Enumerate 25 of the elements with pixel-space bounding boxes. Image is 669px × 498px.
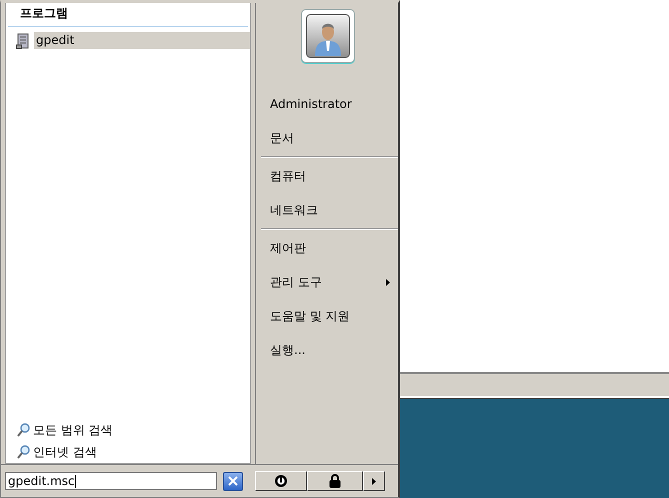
caret-icon — [372, 478, 376, 485]
shutdown-button[interactable] — [255, 471, 307, 492]
user-avatar-icon[interactable] — [301, 9, 355, 63]
search-link[interactable]: 모든 범위 검색 — [33, 422, 113, 439]
program-item[interactable]: gpedit — [34, 32, 250, 49]
search-link[interactable]: 인터넷 검색 — [33, 444, 97, 461]
menu-item[interactable]: 관리 도구 — [258, 265, 398, 299]
menu-item[interactable]: 제어판 — [258, 231, 398, 265]
menu-item[interactable]: 실행... — [258, 333, 398, 367]
power-icon — [274, 474, 288, 488]
menu-item[interactable]: 도움말 및 지원 — [258, 299, 398, 333]
menu-item[interactable]: 문서 — [258, 121, 398, 155]
menu-item[interactable]: 컴퓨터 — [258, 159, 398, 193]
close-icon — [228, 476, 238, 486]
menu-item[interactable]: Administrator — [258, 87, 398, 121]
options-arrow-button[interactable] — [363, 471, 385, 492]
search-icon — [17, 445, 30, 460]
menu-item[interactable]: 네트워크 — [258, 193, 398, 227]
submenu-arrow-icon — [386, 279, 390, 286]
section-heading: 프로그램 — [8, 3, 248, 27]
clear-button[interactable] — [223, 472, 243, 491]
lock-button[interactable] — [307, 471, 363, 492]
lock-icon — [329, 474, 341, 488]
search-field[interactable]: gpedit.msc — [5, 472, 217, 490]
search-icon — [17, 423, 30, 438]
